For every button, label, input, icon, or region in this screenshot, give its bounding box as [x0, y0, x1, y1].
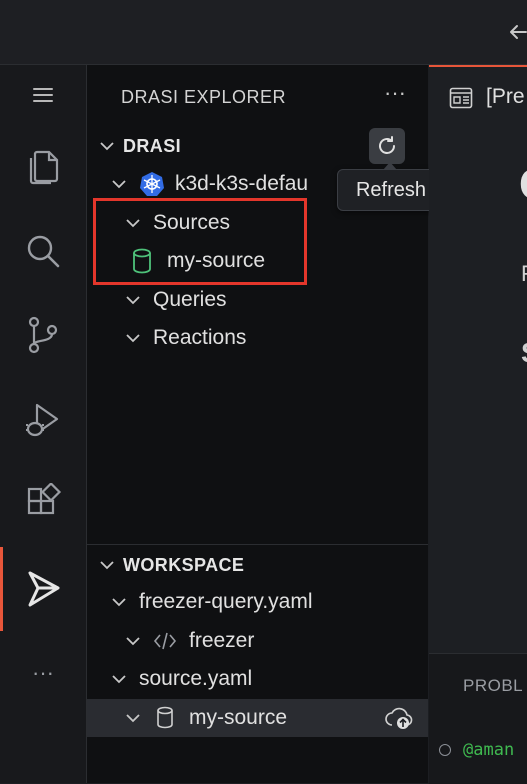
more-icon[interactable]: ··· [0, 643, 86, 703]
run-debug-icon[interactable] [0, 389, 86, 449]
search-icon[interactable] [0, 221, 86, 281]
item-label: my-source [189, 706, 288, 729]
tree-item-label: Reactions [153, 326, 247, 349]
bottom-panel: PROBL @aman [429, 653, 527, 784]
content-subheading: S [521, 337, 527, 369]
chevron-down-icon [100, 561, 114, 570]
back-arrow-icon[interactable] [506, 20, 527, 44]
workspace-section-header[interactable]: WORKSPACE [87, 546, 428, 584]
chevron-down-icon [126, 296, 140, 305]
sidebar-header: DRASI EXPLORER ··· [87, 65, 428, 129]
chevron-down-icon [112, 675, 126, 684]
chevron-down-icon [126, 714, 140, 723]
workspace-file-freezer-query[interactable]: freezer-query.yaml [87, 583, 428, 621]
editor-area: [Pre C F S PROBL @aman [429, 65, 527, 784]
tree-item-label: Queries [153, 288, 227, 311]
drasi-explorer-sidebar: DRASI EXPLORER ··· DRASI k3d-k3s-defau S… [87, 65, 445, 783]
workspace-section-label: WORKSPACE [123, 554, 245, 575]
file-name: freezer-query.yaml [139, 590, 313, 613]
terminal-user: @aman [463, 740, 515, 760]
database-icon [157, 706, 173, 729]
highlight-box [93, 198, 307, 285]
tree-item-reactions[interactable]: Reactions [87, 319, 428, 357]
refresh-icon [379, 136, 395, 154]
workspace-item-my-source[interactable]: my-source [87, 699, 428, 737]
panel-tab-problems[interactable]: PROBL [463, 676, 523, 696]
title-bar [0, 0, 527, 65]
cluster-label: k3d-k3s-defau [175, 172, 309, 195]
content-heading: C [519, 160, 527, 210]
chevron-down-icon [126, 637, 140, 646]
terminal-prompt: @aman [439, 740, 514, 760]
extensions-icon[interactable] [0, 473, 86, 533]
tree-item-queries[interactable]: Queries [87, 281, 428, 319]
chevron-down-icon [112, 598, 126, 607]
tab-label: [Pre [486, 85, 525, 108]
explorer-icon[interactable] [0, 137, 86, 197]
editor-tab[interactable]: [Pre [429, 65, 527, 129]
file-name: source.yaml [139, 667, 253, 690]
sidebar-title: DRASI EXPLORER [121, 87, 287, 107]
activity-bar: ··· [0, 65, 87, 783]
terminal-status-icon [439, 744, 451, 756]
kubernetes-icon [140, 172, 164, 196]
more-actions-icon[interactable]: ··· [377, 79, 413, 115]
menu-icon[interactable] [0, 65, 86, 125]
drasi-section-label: DRASI [123, 135, 182, 156]
refresh-button[interactable] [369, 128, 405, 164]
preview-icon [449, 87, 473, 109]
source-control-icon[interactable] [0, 305, 86, 365]
chevron-down-icon [126, 334, 140, 343]
workspace-item-freezer[interactable]: freezer [87, 622, 428, 660]
chevron-down-icon [112, 180, 126, 189]
workspace-file-source[interactable]: source.yaml [87, 660, 428, 698]
item-label: freezer [189, 629, 255, 652]
cloud-upload-icon[interactable] [384, 706, 414, 730]
code-icon [153, 632, 177, 650]
content-text: F [521, 261, 527, 287]
drasi-icon[interactable] [0, 559, 86, 619]
chevron-down-icon [100, 142, 114, 151]
section-divider [87, 544, 428, 545]
